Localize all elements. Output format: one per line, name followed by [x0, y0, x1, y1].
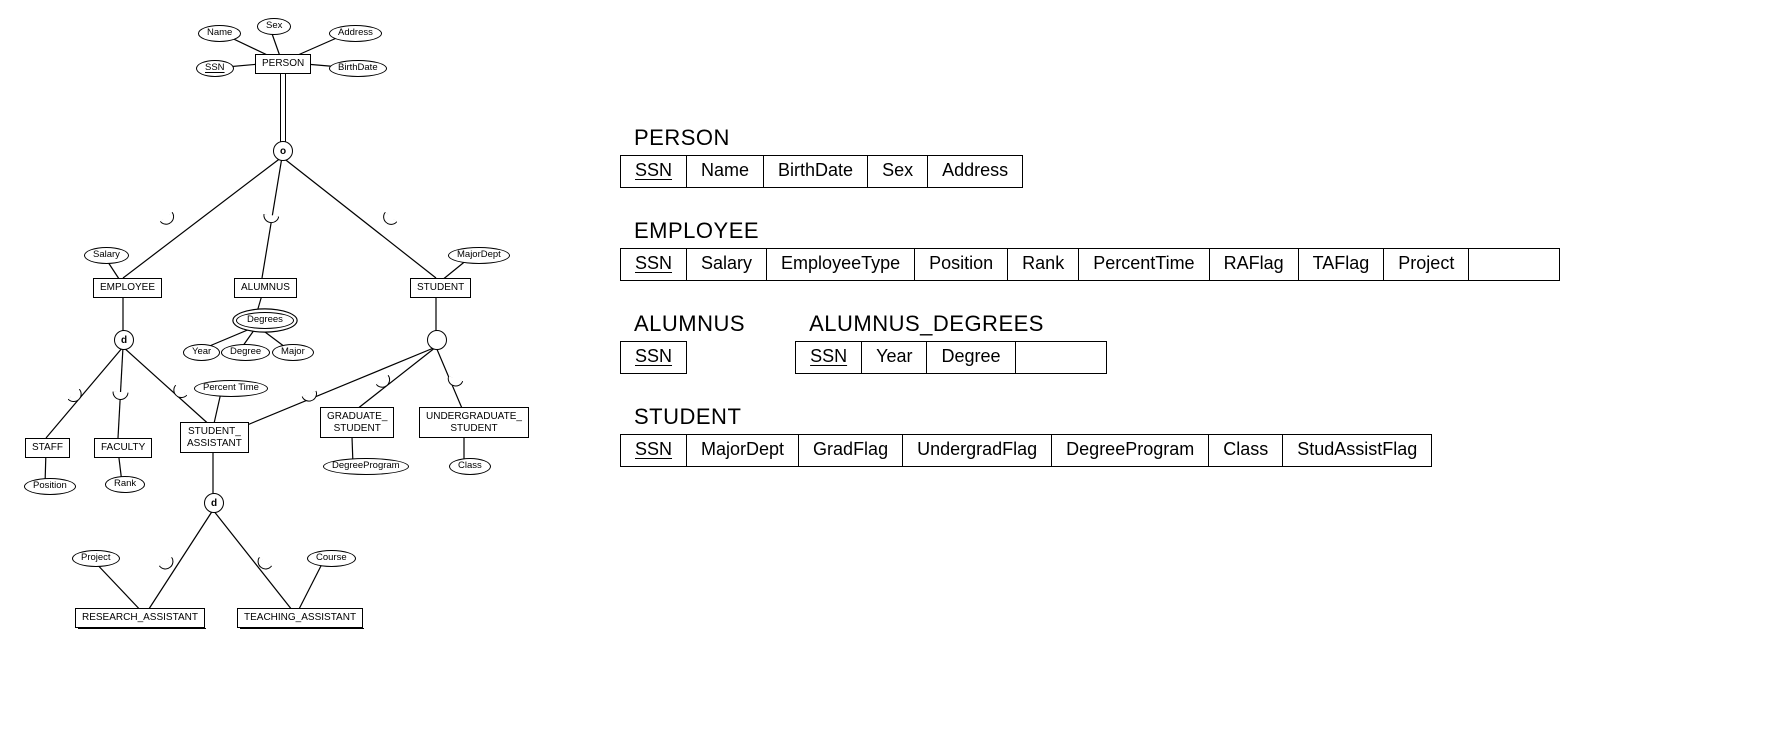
- relation-table: SSN Salary EmployeeType Position Rank Pe…: [620, 248, 1560, 281]
- column-sex: Sex: [868, 156, 928, 188]
- column-birthdate: BirthDate: [764, 156, 868, 188]
- total-participation-line: [280, 72, 286, 142]
- entity-underline: [78, 628, 206, 629]
- attr-name: Name: [198, 25, 241, 42]
- attr-address: Address: [329, 25, 382, 42]
- relation-table: SSN Year Degree: [795, 341, 1106, 374]
- attr-project: Project: [72, 550, 120, 567]
- spec-disjoint-circle-employee: d: [114, 330, 134, 350]
- column-ssn: SSN: [621, 249, 687, 281]
- column-undergradflag: UndergradFlag: [903, 435, 1052, 467]
- relational-schema-panel: PERSON SSN Name BirthDate Sex Address EM…: [620, 125, 1720, 497]
- relation-title: ALUMNUS: [634, 311, 745, 337]
- relation-title: EMPLOYEE: [634, 218, 1720, 244]
- eer-diagram: PERSON Name Sex Address SSN BirthDate o …: [0, 0, 620, 732]
- attr-percent-time: Percent Time: [194, 380, 268, 397]
- attr-class: Class: [449, 458, 491, 475]
- column-degreeprogram: DegreeProgram: [1052, 435, 1209, 467]
- column-ssn: SSN: [796, 342, 862, 374]
- spec-circle-student: [427, 330, 447, 350]
- entity-person: PERSON: [255, 54, 311, 74]
- relation-title: ALUMNUS_DEGREES: [809, 311, 1106, 337]
- column-salary: Salary: [687, 249, 767, 281]
- column-taflag: TAFlag: [1298, 249, 1384, 281]
- relation-alumnus-group: ALUMNUS SSN ALUMNUS_DEGREES SSN Year Deg…: [620, 311, 1720, 374]
- entity-employee: EMPLOYEE: [93, 278, 162, 298]
- relation-title: PERSON: [634, 125, 1720, 151]
- entity-student: STUDENT: [410, 278, 471, 298]
- entity-underline: [240, 628, 364, 629]
- relation-table: SSN MajorDept GradFlag UndergradFlag Deg…: [620, 434, 1432, 467]
- column-ssn: SSN: [621, 156, 687, 188]
- attr-salary: Salary: [84, 247, 129, 264]
- column-blank: [1015, 342, 1106, 374]
- attr-year: Year: [183, 344, 220, 361]
- attr-degree: Degree: [221, 344, 270, 361]
- attr-degreeprogram: DegreeProgram: [323, 458, 409, 475]
- column-ssn: SSN: [621, 342, 687, 374]
- column-gradflag: GradFlag: [799, 435, 903, 467]
- entity-research-assistant: RESEARCH_ASSISTANT: [75, 608, 205, 628]
- attr-major: Major: [272, 344, 314, 361]
- relation-person: PERSON SSN Name BirthDate Sex Address: [620, 125, 1720, 188]
- column-raflag: RAFlag: [1209, 249, 1298, 281]
- attr-ssn: SSN: [196, 60, 234, 77]
- relation-title: STUDENT: [634, 404, 1720, 430]
- entity-student-assistant: STUDENT_ ASSISTANT: [180, 422, 249, 453]
- entity-teaching-assistant: TEACHING_ASSISTANT: [237, 608, 363, 628]
- attr-sex: Sex: [257, 18, 291, 35]
- column-percenttime: PercentTime: [1079, 249, 1209, 281]
- column-studassistflag: StudAssistFlag: [1283, 435, 1432, 467]
- column-blank: [1469, 249, 1560, 281]
- column-rank: Rank: [1008, 249, 1079, 281]
- column-name: Name: [687, 156, 764, 188]
- column-position: Position: [915, 249, 1008, 281]
- entity-faculty: FACULTY: [94, 438, 152, 458]
- column-class: Class: [1209, 435, 1283, 467]
- attr-position: Position: [24, 478, 76, 495]
- attr-rank: Rank: [105, 476, 145, 493]
- column-degree: Degree: [927, 342, 1015, 374]
- attr-birthdate: BirthDate: [329, 60, 387, 77]
- entity-staff: STAFF: [25, 438, 70, 458]
- entity-alumnus: ALUMNUS: [234, 278, 297, 298]
- column-year: Year: [862, 342, 927, 374]
- relation-employee: EMPLOYEE SSN Salary EmployeeType Positio…: [620, 218, 1720, 281]
- attr-degrees: Degrees: [236, 312, 294, 329]
- relation-table: SSN: [620, 341, 687, 374]
- attr-majordept: MajorDept: [448, 247, 510, 264]
- spec-overlap-circle: o: [273, 141, 293, 161]
- column-employeetype: EmployeeType: [767, 249, 915, 281]
- column-project: Project: [1384, 249, 1469, 281]
- relation-table: SSN Name BirthDate Sex Address: [620, 155, 1023, 188]
- column-majordept: MajorDept: [687, 435, 799, 467]
- column-ssn: SSN: [621, 435, 687, 467]
- entity-graduate-student: GRADUATE_ STUDENT: [320, 407, 394, 438]
- column-address: Address: [928, 156, 1023, 188]
- entity-undergraduate-student: UNDERGRADUATE_ STUDENT: [419, 407, 529, 438]
- spec-disjoint-circle-assistant: d: [204, 493, 224, 513]
- attr-course: Course: [307, 550, 356, 567]
- relation-student: STUDENT SSN MajorDept GradFlag Undergrad…: [620, 404, 1720, 467]
